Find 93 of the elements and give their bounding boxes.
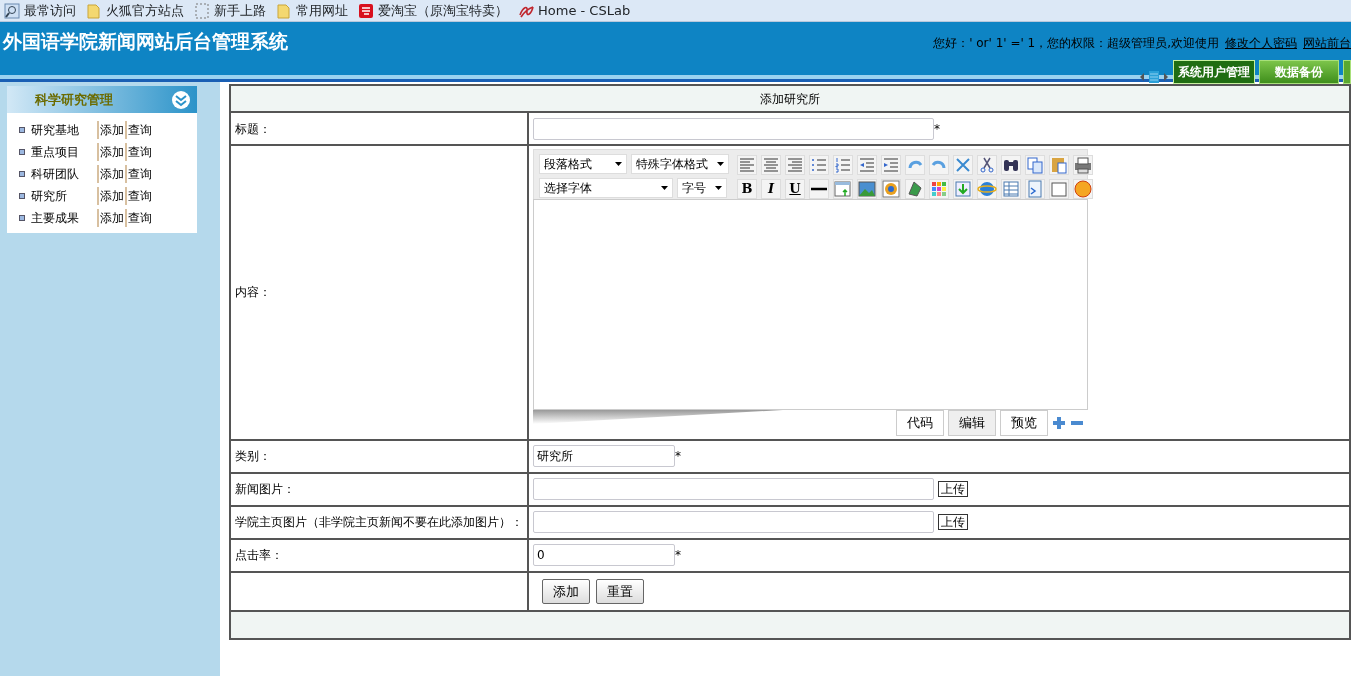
field-label: 学院主页图片（非学院主页新闻不要在此添加图片）：: [230, 505, 528, 539]
caret-icon: [715, 186, 722, 190]
greeting-text: 您好：' or' 1' =' 1，您的权限：超级管理员,欢迎使用: [933, 35, 1219, 52]
bullet-icon: [19, 149, 25, 155]
required-mark: *: [934, 120, 940, 138]
emoticon-icon[interactable]: [1073, 179, 1093, 199]
folder-icon: [276, 2, 292, 19]
sidebar-link[interactable]: 查询: [125, 209, 153, 227]
sidebar-link[interactable]: 添加: [97, 121, 125, 139]
mode-tab[interactable]: 预览: [1000, 410, 1048, 436]
field-label: 点击率：: [230, 538, 528, 572]
plus-icon[interactable]: [1052, 415, 1066, 430]
page-icon: [194, 2, 210, 19]
folder-icon: [86, 2, 102, 19]
required-mark: *: [675, 448, 681, 465]
menu-tab[interactable]: 系统用户管理: [1173, 60, 1255, 84]
form-button[interactable]: 添加: [542, 578, 590, 604]
form-title: 添加研究所: [230, 85, 1350, 112]
text-field[interactable]: 研究所: [533, 445, 675, 467]
file-field[interactable]: [533, 478, 934, 500]
format-button[interactable]: B: [737, 179, 757, 199]
shop-icon: [358, 2, 374, 19]
sidebar-item: 重点项目: [31, 144, 80, 161]
search-icon: [4, 2, 20, 19]
header-link[interactable]: 网站前台: [1303, 34, 1351, 52]
format-button[interactable]: I: [761, 179, 781, 199]
scissors-icon[interactable]: [977, 155, 997, 175]
text-field[interactable]: 0: [533, 544, 675, 566]
bookmark-link[interactable]: 新手上路: [194, 0, 266, 21]
site-title: 外国语学院新闻网站后台管理系统: [1, 29, 289, 54]
field-label: 类别：: [230, 439, 528, 473]
dropdown-select[interactable]: 选择字体: [539, 178, 673, 198]
sidebar-item: 研究所: [31, 188, 68, 205]
delete-icon[interactable]: [953, 155, 973, 175]
bookmark-link[interactable]: 火狐官方站点: [86, 0, 184, 21]
bookmark-link[interactable]: 爱淘宝（原淘宝特卖）: [358, 0, 508, 21]
sidebar-link[interactable]: 添加: [97, 143, 125, 161]
media-icon[interactable]: [881, 179, 901, 199]
bookmark-link[interactable]: Home - CSLab: [518, 0, 631, 21]
sidebar-link[interactable]: 查询: [125, 121, 153, 139]
sidebar-item: 科研团队: [31, 166, 80, 183]
download-icon[interactable]: [953, 179, 973, 199]
scroll-arrows-icon[interactable]: [1139, 70, 1169, 84]
caret-icon: [615, 162, 622, 166]
bullet-icon: [19, 171, 25, 177]
bullet-icon: [19, 215, 25, 221]
upload-button[interactable]: 上传: [938, 481, 968, 497]
bullet-icon: [19, 193, 25, 199]
field-label: 标题：: [230, 112, 528, 145]
sidebar-item: 研究基地: [31, 122, 80, 139]
sidebar-link[interactable]: 添加: [97, 165, 125, 183]
mode-tab[interactable]: 编辑: [948, 410, 996, 436]
bookmark-link[interactable]: 最常访问: [4, 0, 76, 21]
mode-tab[interactable]: 代码: [896, 410, 944, 436]
globe-icon[interactable]: [977, 179, 997, 199]
outdent-icon[interactable]: [857, 155, 877, 175]
header-link[interactable]: 修改个人密码: [1225, 34, 1297, 52]
sidebar-link[interactable]: 添加: [97, 187, 125, 205]
paste-icon[interactable]: [1049, 155, 1069, 175]
align-left-icon[interactable]: [737, 155, 757, 175]
dropdown-select[interactable]: 特殊字体格式: [631, 154, 729, 174]
image-icon[interactable]: [857, 179, 877, 199]
form-button[interactable]: 重置: [596, 578, 644, 604]
shape-icon[interactable]: [905, 179, 925, 199]
dropdown-select[interactable]: 字号: [677, 178, 727, 198]
blank-page-icon[interactable]: [1049, 179, 1069, 199]
sidebar-item: 主要成果: [31, 210, 80, 227]
indent-icon[interactable]: [881, 155, 901, 175]
sidebar-link[interactable]: 查询: [125, 187, 153, 205]
required-mark: *: [675, 547, 681, 564]
dropdown-select[interactable]: 段落格式: [539, 154, 627, 174]
text-field[interactable]: [533, 117, 934, 140]
binoculars-icon[interactable]: [1001, 155, 1021, 175]
field-label: 内容：: [230, 145, 528, 440]
upload-button[interactable]: 上传: [938, 514, 968, 530]
sidebar-link[interactable]: 添加: [97, 209, 125, 227]
printer-icon[interactable]: [1073, 155, 1093, 175]
align-center-icon[interactable]: [761, 155, 781, 175]
bookmark-link[interactable]: 常用网址: [276, 0, 348, 21]
file-field[interactable]: [533, 511, 934, 533]
collapse-icon[interactable]: [171, 89, 191, 110]
panel-title: 科学研究管理: [35, 90, 113, 109]
caret-icon: [661, 186, 668, 190]
bullet-icon: [19, 127, 25, 133]
sidebar-link[interactable]: 查询: [125, 165, 153, 183]
color-grid-icon[interactable]: [929, 179, 949, 199]
field-label: 新闻图片：: [230, 472, 528, 506]
format-button[interactable]: U: [785, 179, 805, 199]
menu-tab[interactable]: [1343, 60, 1351, 84]
undo-icon[interactable]: [905, 155, 925, 175]
caret-icon: [717, 162, 724, 166]
redo-icon[interactable]: [929, 155, 949, 175]
sidebar-link[interactable]: 查询: [125, 143, 153, 161]
